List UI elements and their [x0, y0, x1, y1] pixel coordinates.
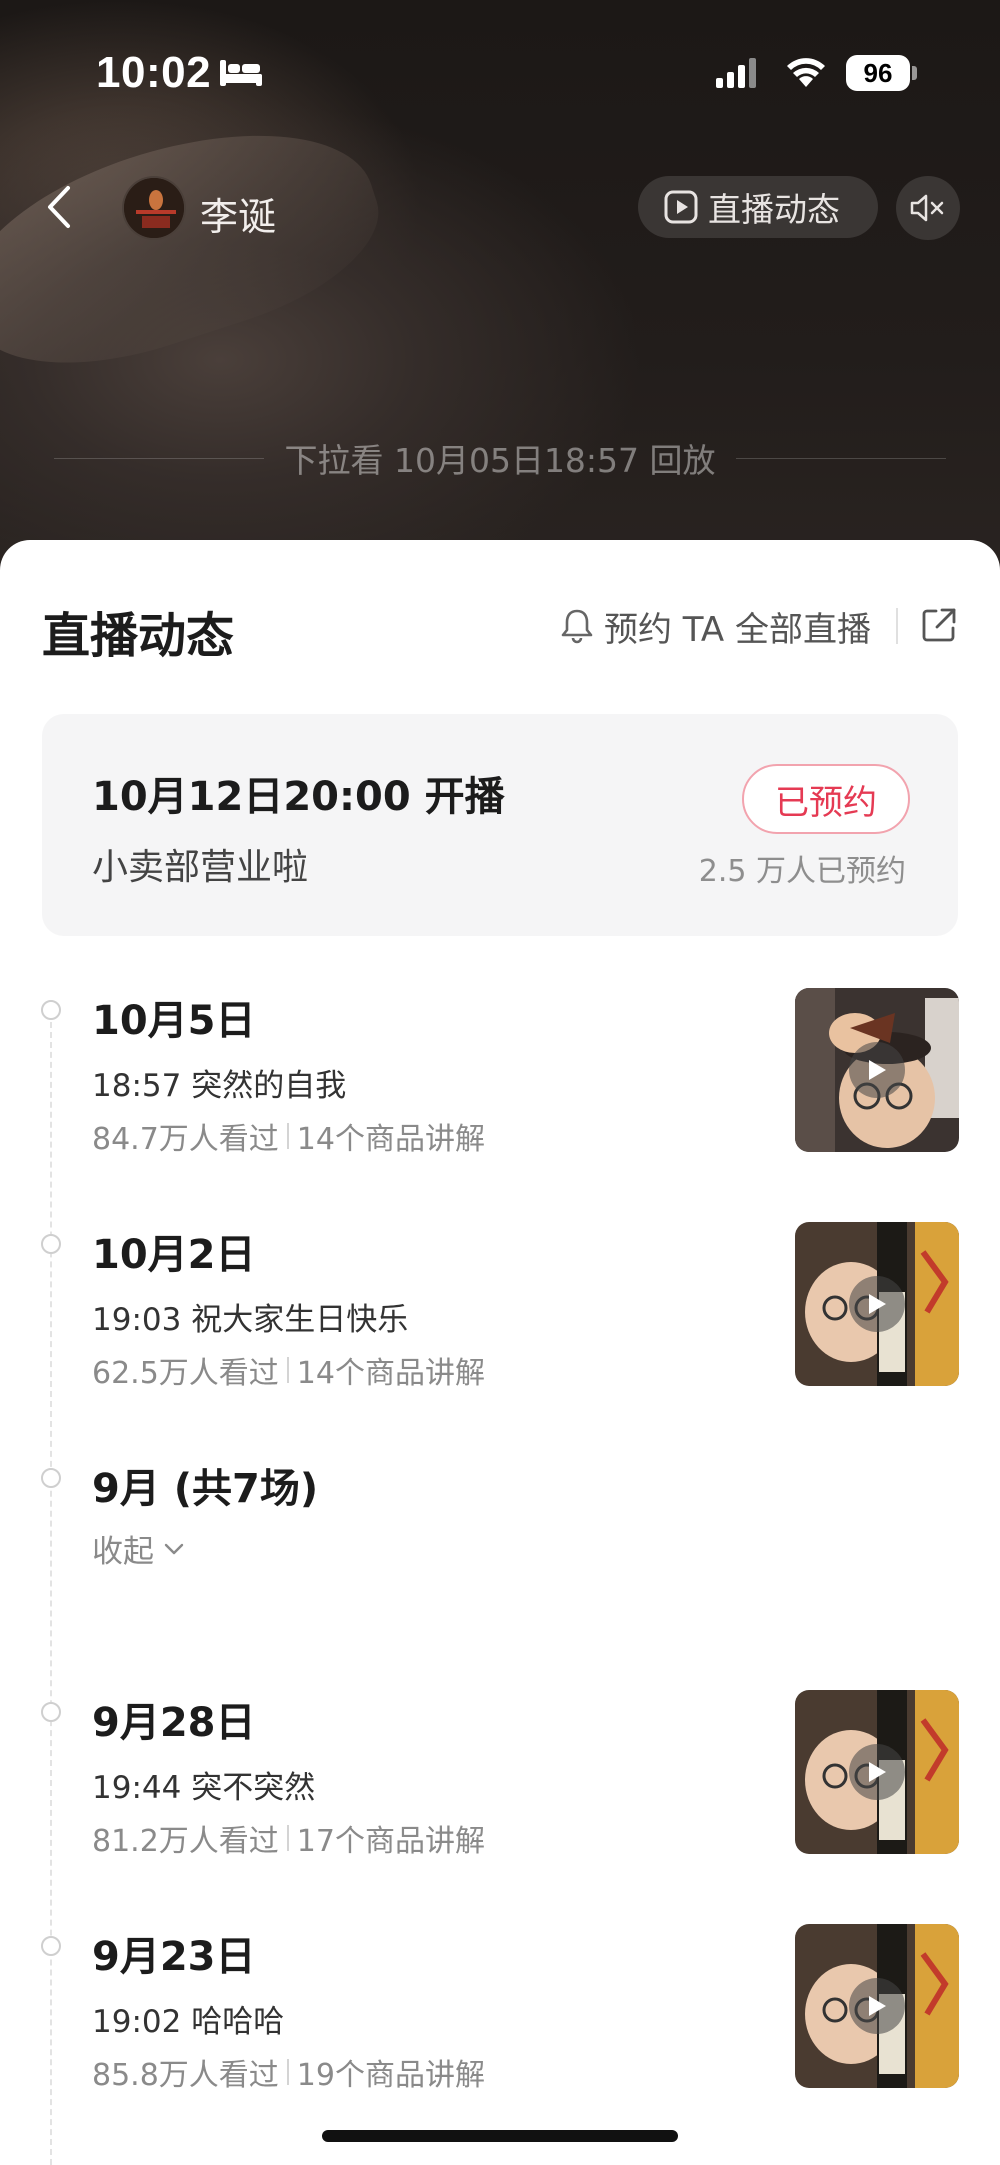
upcoming-live-time: 10月12日20:00 开播 — [92, 774, 505, 820]
stats-separator — [286, 1825, 289, 1851]
cellular-signal-icon — [716, 58, 756, 88]
battery-level: 96 — [846, 55, 910, 91]
play-icon — [869, 1060, 886, 1080]
chevron-down-icon — [164, 1543, 184, 1554]
reserved-count: 2.5 万人已预约 — [698, 854, 906, 889]
remind-all-label: 预约 TA 全部直播 — [604, 609, 872, 650]
mute-button[interactable] — [896, 176, 960, 240]
status-time: 10:02 — [96, 48, 212, 97]
play-button[interactable] — [849, 1978, 905, 2034]
sheet-title: 直播动态 — [42, 608, 235, 664]
replay-views: 85.8万人看过 — [92, 2058, 279, 2093]
replay-views: 81.2万人看过 — [92, 1824, 279, 1859]
replay-products: 17个商品讲解 — [296, 1824, 485, 1859]
replay-date: 9月23日 — [92, 1934, 256, 1980]
speaker-muted-icon — [910, 194, 944, 222]
replay-title: 19:02 哈哈哈 — [92, 2004, 285, 2040]
replay-views: 84.7万人看过 — [92, 1122, 279, 1157]
replay-thumbnail[interactable] — [795, 988, 959, 1152]
play-icon — [869, 1762, 886, 1782]
back-arrow-icon[interactable] — [44, 184, 74, 230]
timeline-dashed-line — [50, 1022, 52, 2165]
replay-products: 14个商品讲解 — [296, 1122, 485, 1157]
hint-divider-right — [735, 457, 946, 459]
replay-hint-text: 下拉看 10月05日18:57 回放 — [284, 441, 716, 480]
replay-views: 62.5万人看过 — [92, 1356, 279, 1391]
sleep-focus-icon — [220, 60, 262, 86]
share-icon[interactable] — [920, 606, 958, 644]
replay-stats: 62.5万人看过 14个商品讲解 — [92, 1348, 485, 1392]
play-button[interactable] — [849, 1042, 905, 1098]
timeline-dot — [41, 1234, 61, 1254]
replay-stats: 81.2万人看过 17个商品讲解 — [92, 1816, 485, 1860]
play-icon — [869, 1294, 886, 1314]
play-button[interactable] — [849, 1744, 905, 1800]
replay-date: 10月2日 — [92, 1232, 256, 1278]
timeline-dot — [41, 1936, 61, 1956]
replay-thumbnail[interactable] — [795, 1222, 959, 1386]
replay-date: 9月28日 — [92, 1700, 256, 1746]
timeline-dot — [41, 1000, 61, 1020]
bell-icon — [561, 609, 593, 644]
live-dynamics-button[interactable]: 直播动态 — [638, 176, 878, 238]
replay-products: 19个商品讲解 — [296, 2058, 485, 2093]
upcoming-live-card[interactable]: 10月12日20:00 开播 小卖部营业啦 已预约 2.5 万人已预约 — [42, 714, 958, 936]
wifi-icon — [787, 58, 825, 87]
live-dynamics-label: 直播动态 — [708, 190, 840, 229]
replay-title: 19:44 突不突然 — [92, 1770, 316, 1806]
replay-date: 10月5日 — [92, 998, 256, 1044]
replay-thumbnail[interactable] — [795, 1924, 959, 2088]
hint-divider-left — [54, 457, 265, 459]
month-group-title: 9月 (共7场) — [92, 1466, 319, 1512]
stats-separator — [286, 1123, 289, 1149]
home-indicator[interactable] — [322, 2130, 678, 2142]
replay-title: 19:03 祝大家生日快乐 — [92, 1302, 409, 1338]
timeline-dot — [41, 1468, 61, 1488]
streamer-avatar[interactable] — [122, 176, 186, 240]
header-divider — [896, 608, 898, 644]
upcoming-live-title: 小卖部营业啦 — [92, 847, 309, 888]
play-square-icon — [664, 190, 698, 224]
play-icon — [869, 1996, 886, 2016]
replay-stats: 84.7万人看过 14个商品讲解 — [92, 1114, 485, 1158]
replay-title: 18:57 突然的自我 — [92, 1068, 347, 1104]
battery-tip — [912, 66, 917, 80]
timeline-dot — [41, 1702, 61, 1722]
reserved-button[interactable]: 已预约 — [742, 764, 910, 834]
replay-products: 14个商品讲解 — [296, 1356, 485, 1391]
collapse-button[interactable]: 收起 — [92, 1526, 184, 1571]
streamer-name[interactable]: 李诞 — [200, 186, 276, 241]
stats-separator — [286, 1357, 289, 1383]
play-button[interactable] — [849, 1276, 905, 1332]
collapse-label: 收起 — [92, 1534, 154, 1570]
replay-stats: 85.8万人看过 19个商品讲解 — [92, 2050, 485, 2094]
pull-down-replay-hint: 下拉看 10月05日18:57 回放 — [0, 436, 1000, 480]
status-bar: 10:02 96 — [0, 0, 1000, 140]
replay-thumbnail[interactable] — [795, 1690, 959, 1854]
remind-all-lives-button[interactable]: 预约 TA 全部直播 — [560, 604, 872, 650]
stats-separator — [286, 2059, 289, 2085]
